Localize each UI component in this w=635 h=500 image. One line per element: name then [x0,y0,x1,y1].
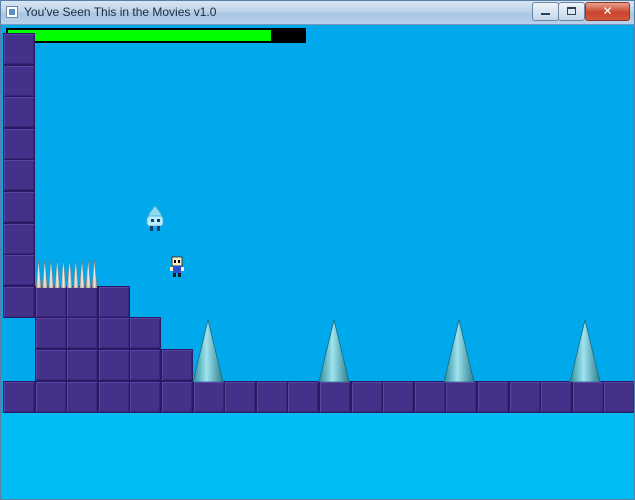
cone-spike [443,320,475,382]
block-tile [3,191,35,223]
minimize-icon [541,13,550,15]
block-tile [477,381,509,413]
block-tile [161,381,193,413]
game-window: You've Seen This in the Movies v1.0 ✕ [0,0,635,500]
block-tile [509,381,541,413]
block-tile [540,381,572,413]
block-tile [3,381,35,413]
game-canvas[interactable] [1,25,634,499]
spike [35,260,42,288]
block-tile [3,223,35,255]
block-tile [319,381,351,413]
block-tile [129,349,161,381]
spike [91,260,98,288]
block-tile [98,381,130,413]
block-tile [3,65,35,97]
block-tile [224,381,256,413]
block-tile [287,381,319,413]
spike [41,260,48,288]
block-tile [66,381,98,413]
block-tile [66,286,98,318]
block-tile [256,381,288,413]
close-button[interactable]: ✕ [585,2,630,21]
block-tile [35,286,67,318]
spike [72,260,79,288]
block-tile [351,381,383,413]
spike-trap [35,260,98,288]
block-tile [193,381,225,413]
maximize-button[interactable] [558,2,585,21]
cone-spike [192,320,224,382]
spike [79,260,85,288]
block-tile [3,96,35,128]
spike [85,260,92,288]
cone-spike [569,320,601,382]
block-tile [3,33,35,65]
window-title: You've Seen This in the Movies v1.0 [24,5,217,19]
title-bar[interactable]: You've Seen This in the Movies v1.0 ✕ [1,1,634,25]
block-tile [3,254,35,286]
block-tile [3,159,35,191]
spike [48,260,54,288]
block-tile [35,317,67,349]
block-tile [98,317,130,349]
spike [66,260,73,288]
minimize-button[interactable] [532,2,559,21]
block-tile [572,381,604,413]
block-tile [3,128,35,160]
block-tile [445,381,477,413]
app-window-icon[interactable] [6,6,18,18]
block-tile [603,381,634,413]
maximize-icon [567,7,576,15]
close-icon: ✕ [602,4,613,18]
block-tile [35,381,67,413]
block-tile [35,349,67,381]
block-tile [129,381,161,413]
block-tile [414,381,446,413]
block-tile [129,317,161,349]
water-floor [1,413,634,499]
spike [54,260,61,288]
health-bar-fill [8,30,271,41]
ghost-enemy [146,205,164,231]
block-tile [66,349,98,381]
block-tile [3,286,35,318]
block-tile [382,381,414,413]
block-tile [66,317,98,349]
block-tile [161,349,193,381]
health-bar [6,28,306,43]
player-character [170,256,184,277]
block-tile [98,286,130,318]
block-tile [98,349,130,381]
cone-spike [318,320,350,382]
spike [60,260,67,288]
